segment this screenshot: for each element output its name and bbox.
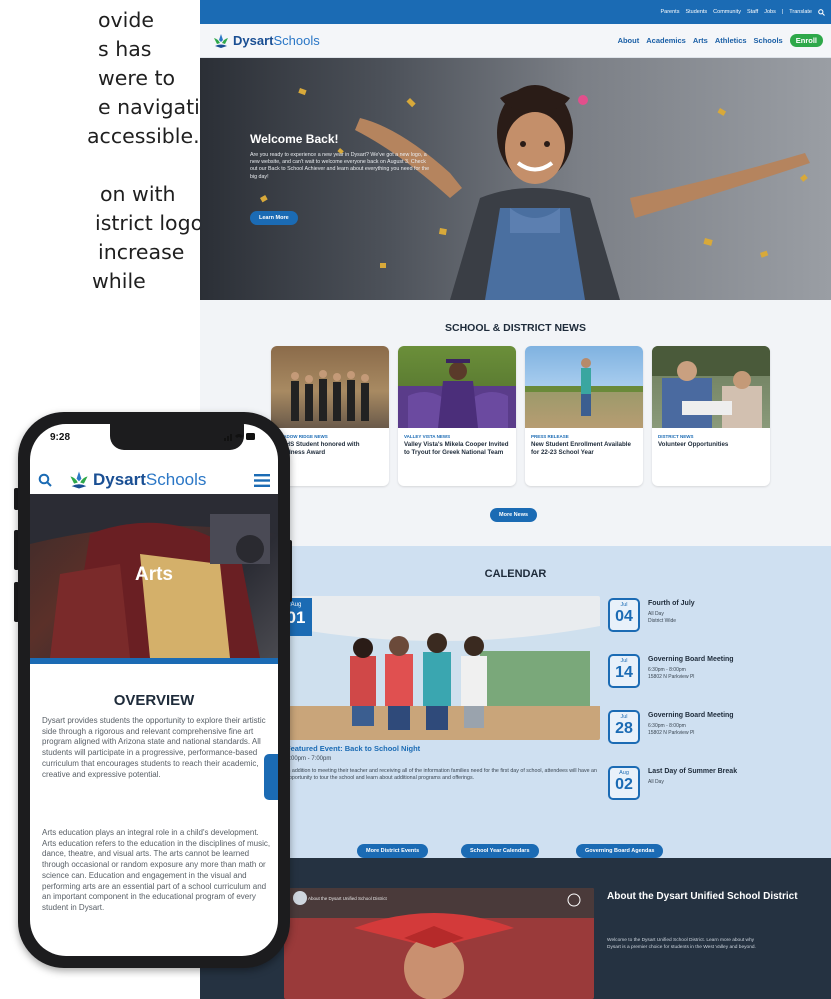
hamburger-menu-icon[interactable] — [254, 473, 270, 487]
news-category: PRESS RELEASE — [531, 434, 569, 439]
dysart-logo-icon — [212, 33, 230, 49]
featured-event-description: In addition to meeting their teacher and… — [286, 768, 597, 781]
utility-link-staff[interactable]: Staff — [747, 9, 758, 15]
intro-line: ovide — [98, 8, 154, 32]
news-image — [652, 346, 770, 428]
overview-heading: OVERVIEW — [113, 692, 195, 709]
site-logo[interactable]: DysartSchools — [212, 33, 320, 49]
hero-text: Are you ready to experience a new year i… — [250, 152, 430, 180]
case-study-slide: ovide s has were to e navigation, access… — [0, 0, 831, 999]
signal-wifi-battery-icon — [224, 432, 256, 441]
event-date-box: Jul 14 — [608, 654, 640, 688]
calendar-section: CALENDAR Aug 01 Featured Event: Back to … — [200, 546, 831, 858]
featured-event-time: 5:00pm - 7:00pm — [286, 756, 332, 762]
intro-line: e navigation, — [98, 95, 232, 119]
phone-hero-title: Arts — [134, 564, 173, 585]
news-headline[interactable]: New Student Enrollment Available for 22-… — [531, 441, 637, 457]
phone-hero-accent-bar — [30, 658, 278, 664]
about-text: Welcome to the Dysart Unified School Dis… — [607, 938, 756, 950]
overview-paragraph: Dysart provides students the opportunity… — [42, 716, 266, 779]
school-year-calendars-button[interactable]: School Year Calendars — [461, 844, 539, 858]
event-date-box: Jul 28 — [608, 710, 640, 744]
phone-header: DysartSchools — [30, 462, 278, 498]
about-title: About the Dysart Unified School District — [607, 891, 798, 902]
news-category: DISTRICT NEWS — [658, 434, 694, 439]
news-image — [398, 346, 516, 428]
news-image — [271, 346, 389, 428]
logo-text-light: Schools — [273, 33, 320, 48]
event-details: All Day District Wide — [648, 611, 677, 624]
about-video[interactable] — [284, 888, 594, 999]
phone-hero-image: Arts — [30, 494, 278, 658]
news-headline[interactable]: Volunteer Opportunities — [658, 441, 764, 449]
nav-athletics[interactable]: Athletics — [715, 36, 747, 45]
event-details: All Day — [648, 779, 664, 785]
utility-link-students[interactable]: Students — [685, 9, 707, 15]
featured-event-image — [280, 596, 600, 740]
event-title[interactable]: Governing Board Meeting — [648, 656, 734, 663]
phone-screen: 9:28 DysartSchools Arts OVERVIEW Dysart … — [30, 424, 278, 956]
news-headline[interactable]: SRHS Student honored with Kindness Award — [277, 441, 383, 457]
intro-line: were to — [98, 66, 176, 90]
nav-academics[interactable]: Academics — [646, 36, 686, 45]
calendar-title: CALENDAR — [484, 568, 547, 580]
event-date-box: Aug 02 — [608, 766, 640, 800]
intro-line: increase — [98, 240, 185, 264]
hero-title: Welcome Back! — [250, 132, 339, 146]
more-news-button[interactable]: More News — [490, 508, 538, 522]
hero-learn-more-button[interactable]: Learn More — [250, 211, 298, 225]
intro-line: s has — [98, 37, 152, 61]
utility-link-jobs[interactable]: Jobs — [764, 9, 776, 15]
search-icon[interactable] — [38, 473, 52, 487]
nav-about[interactable]: About — [618, 36, 640, 45]
enroll-button[interactable]: Enroll — [789, 34, 823, 47]
video-caption: About the Dysart Unified School District — [308, 896, 387, 901]
intro-text: ovide s has were to e navigation, access… — [0, 6, 232, 296]
overview-paragraph: Arts education plays an integral role in… — [42, 828, 271, 912]
hero-banner: Welcome Back! Are you ready to experienc… — [200, 58, 831, 300]
utility-link-translate[interactable]: Translate — [789, 9, 812, 15]
phone-site-logo[interactable]: DysartSchools — [68, 470, 206, 490]
intro-line: istrict logo — [95, 211, 204, 235]
news-section-title: SCHOOL & DISTRICT NEWS — [445, 322, 586, 334]
nav-schools[interactable]: Schools — [754, 36, 783, 45]
intro-line: on with — [100, 182, 176, 206]
utility-link-parents[interactable]: Parents — [660, 9, 679, 15]
dysart-logo-icon — [68, 470, 90, 490]
featured-event-title[interactable]: Featured Event: Back to School Night — [286, 744, 420, 753]
about-section: About the Dysart Unified School District… — [200, 858, 831, 999]
news-headline[interactable]: Valley Vista's Mikela Cooper Invited to … — [404, 441, 510, 457]
phone-clock: 9:28 — [50, 432, 71, 443]
nav-arts[interactable]: Arts — [693, 36, 708, 45]
news-card[interactable]: VALLEY VISTA NEWS Valley Vista's Mikela … — [398, 346, 516, 486]
news-card[interactable]: DISTRICT NEWS Volunteer Opportunities — [652, 346, 770, 486]
news-category: SHADOW RIDGE NEWS — [277, 434, 328, 439]
search-icon[interactable] — [818, 8, 825, 16]
intro-line: accessible. — [87, 124, 200, 148]
event-details: 6:30pm - 8:00pm 15802 N Parkview Pl — [648, 667, 695, 680]
event-date-box: Jul 04 — [608, 598, 640, 632]
intro-line: while — [92, 269, 146, 293]
phone-mockup: 9:28 DysartSchools Arts OVERVIEW Dysart … — [18, 412, 290, 968]
news-category: VALLEY VISTA NEWS — [404, 434, 451, 439]
news-image — [525, 346, 643, 428]
event-title[interactable]: Last Day of Summer Break — [648, 768, 737, 775]
desktop-site-mockup: Parents Students Community Staff Jobs | … — [200, 0, 831, 999]
event-details: 6:30pm - 8:00pm 15802 N Parkview Pl — [648, 723, 695, 736]
utility-bar: Parents Students Community Staff Jobs | … — [200, 0, 831, 24]
utility-divider: | — [781, 9, 784, 15]
utility-link-community[interactable]: Community — [713, 9, 741, 15]
more-district-events-button[interactable]: More District Events — [357, 844, 429, 858]
logo-text-bold: Dysart — [233, 33, 274, 48]
logo-text-bold: Dysart — [93, 470, 146, 489]
logo-text-light: Schools — [145, 470, 207, 489]
governing-board-agendas-button[interactable]: Governing Board Agendas — [576, 844, 664, 858]
news-card[interactable]: PRESS RELEASE New Student Enrollment Ava… — [525, 346, 643, 486]
event-title[interactable]: Fourth of July — [648, 600, 695, 607]
translate-side-tab[interactable] — [264, 754, 278, 800]
event-title[interactable]: Governing Board Meeting — [648, 712, 734, 719]
main-nav: DysartSchools About Academics Arts Athle… — [200, 24, 831, 58]
